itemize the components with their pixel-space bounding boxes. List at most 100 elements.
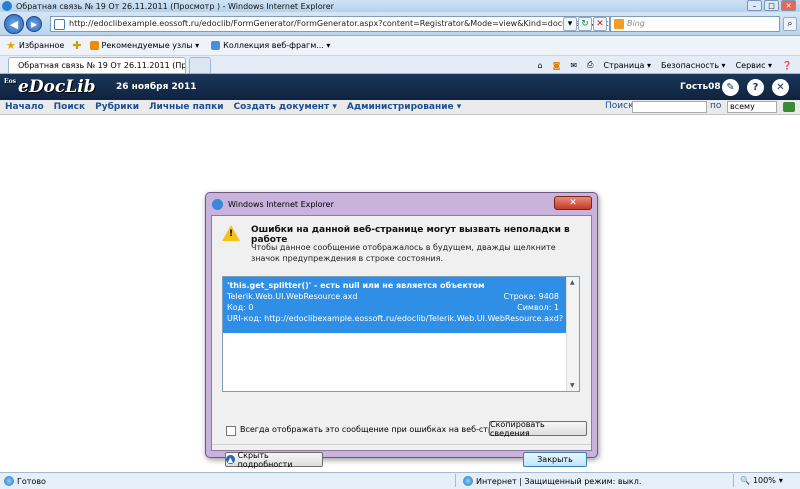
edoclib-header: Eos eDocLib 26 ноября 2011 Гость08 ✎ ? ✕ — [0, 74, 800, 100]
exit-icon[interactable]: ✕ — [772, 79, 789, 96]
menu-search[interactable]: Поиск — [49, 102, 90, 112]
error-code: Код: 0 — [227, 303, 254, 312]
error-dialog: Windows Internet Explorer ✕ ! Ошибки на … — [205, 192, 598, 469]
tools-menu[interactable]: Сервис ▾ — [736, 61, 772, 70]
page-icon — [54, 19, 65, 30]
maximize-button[interactable]: □ — [764, 0, 779, 11]
home-icon[interactable]: ⌂ — [538, 61, 543, 70]
zoom-level: 100% — [752, 476, 776, 485]
copy-details-button[interactable]: Скопировать сведения — [489, 420, 587, 438]
error-resource-line: Telerik.Web.UI.WebResource.axd Строка: 9… — [227, 292, 563, 303]
error-uri: URI-код: http://edoclibexample.eossoft.r… — [227, 314, 563, 323]
print-icon[interactable]: ⎙ — [587, 60, 593, 70]
status-divider — [455, 474, 456, 487]
web-slice-icon — [211, 41, 221, 50]
add-favorite-button[interactable]: ✚ — [70, 39, 83, 52]
tab-active[interactable]: Обратная связь № 19 От 26.11.2011 (Просм… — [8, 57, 186, 73]
header-date: 26 ноября 2011 — [116, 82, 197, 92]
hide-details-button[interactable]: ▲ Скрыть подробности — [225, 450, 323, 469]
safety-menu[interactable]: Безопасность ▾ — [661, 61, 726, 70]
globe-icon — [4, 476, 14, 486]
quick-search-input[interactable] — [632, 101, 707, 113]
address-bar[interactable]: http://edoclibexample.eossoft.ru/edoclib… — [50, 16, 610, 32]
hide-details-label: Скрыть подробности — [237, 450, 293, 469]
error-scrollbar[interactable]: ▲ ▼ — [566, 277, 579, 391]
error-code-line: Код: 0 Символ: 1 — [227, 303, 563, 314]
ie-icon — [2, 1, 12, 11]
zoom-icon: 🔍 — [740, 476, 750, 485]
menu-rubrics[interactable]: Рубрики — [90, 102, 144, 112]
search-button[interactable]: ⌕ — [783, 17, 797, 31]
ie-icon — [212, 198, 223, 210]
feeds-icon[interactable]: ◙ — [553, 61, 561, 70]
status-text: Готово — [17, 476, 46, 486]
error-message: 'this.get_splitter()' - есть null или не… — [227, 281, 485, 290]
internet-zone-icon — [463, 476, 473, 486]
refresh-icon[interactable]: ↻ — [578, 17, 592, 31]
favorites-button[interactable]: ★ Избранное — [0, 39, 70, 52]
search-placeholder: Bing — [627, 19, 645, 28]
command-bar: ⌂ ◙ ✉ ⎙ Страница ▾ Безопасность ▾ Сервис… — [538, 56, 793, 74]
error-resource: Telerik.Web.UI.WebResource.axd — [227, 292, 358, 301]
menu-create-document[interactable]: Создать документ ▾ — [229, 102, 342, 112]
tab-bar: Обратная связь № 19 От 26.11.2011 (Просм… — [0, 56, 800, 74]
chevron-down-icon: ▾ — [778, 476, 783, 485]
scroll-up-icon[interactable]: ▲ — [570, 279, 575, 286]
quick-search-label: Поиск — [605, 101, 634, 111]
search-input[interactable]: Bing — [610, 16, 780, 32]
tab-label: Обратная связь № 19 От 26.11.2011 (Просм… — [18, 61, 186, 70]
mail-icon[interactable]: ✉ — [570, 61, 577, 70]
error-line: Строка: 9408 — [503, 292, 559, 301]
app-menu-bar: Начало Поиск Рубрики Личные папки Создат… — [0, 100, 800, 115]
help-circle-icon[interactable]: ? — [747, 79, 764, 96]
search-scope-value: всему — [730, 102, 755, 111]
dialog-subtext: Чтобы данное сообщение отображалось в бу… — [251, 243, 556, 263]
fav-item-recommended[interactable]: Рекомендуемые узлы ▾ — [84, 41, 206, 50]
window-title: Обратная связь № 19 От 26.11.2011 (Просм… — [16, 1, 334, 11]
add-favorite-icon: ✚ — [72, 39, 82, 52]
bing-icon — [614, 19, 624, 29]
collapse-icon: ▲ — [226, 455, 235, 464]
close-window-button[interactable]: ✕ — [781, 0, 796, 11]
dialog-close-button[interactable]: Закрыть — [523, 452, 587, 467]
menu-administration[interactable]: Администрирование ▾ — [342, 102, 466, 112]
edoclib-logo: Eos eDocLib — [4, 77, 96, 97]
dialog-title-bar: Windows Internet Explorer — [212, 196, 334, 212]
always-show-checkbox[interactable] — [226, 426, 236, 436]
forward-button[interactable]: ▶ — [26, 16, 42, 32]
search-by-label: по — [710, 101, 722, 111]
favorites-label: Избранное — [18, 41, 65, 50]
settings-icon[interactable]: ✎ — [722, 79, 739, 96]
status-ready: Готово — [4, 476, 46, 486]
scroll-down-icon[interactable]: ▼ — [570, 382, 575, 389]
warning-exclamation: ! — [229, 229, 234, 239]
status-zone[interactable]: Интернет | Защищенный режим: выкл. — [463, 476, 641, 486]
dialog-close-icon[interactable]: ✕ — [554, 196, 592, 210]
window-title-bar: Обратная связь № 19 От 26.11.2011 (Просм… — [0, 0, 800, 12]
zone-text: Интернет | Защищенный режим: выкл. — [476, 476, 642, 486]
help-icon[interactable]: ❓ — [782, 61, 792, 70]
window-controls: – □ ✕ — [747, 0, 796, 11]
fav-item-label: Рекомендуемые узлы ▾ — [101, 41, 200, 50]
binoculars-icon[interactable] — [783, 102, 795, 112]
web-slice-icon — [89, 41, 99, 50]
fav-item-webslices[interactable]: Коллекция веб-фрагм... ▾ — [205, 41, 336, 50]
new-tab-button[interactable] — [189, 57, 211, 73]
dialog-body: ! Ошибки на данной веб-странице могут вы… — [211, 215, 592, 469]
page-menu[interactable]: Страница ▾ — [603, 61, 651, 70]
zoom-control[interactable]: 🔍 100% ▾ — [740, 476, 783, 485]
favorites-star-icon: ★ — [6, 39, 16, 52]
menu-start[interactable]: Начало — [0, 102, 49, 112]
minimize-button[interactable]: – — [747, 0, 762, 11]
search-scope-select[interactable]: всему — [727, 101, 777, 113]
menu-personal-folders[interactable]: Личные папки — [144, 102, 228, 112]
back-button[interactable]: ◀ — [4, 14, 24, 34]
error-details-box[interactable]: 'this.get_splitter()' - есть null или не… — [222, 276, 580, 392]
user-name: Гость08 — [680, 82, 721, 92]
stop-icon[interactable]: ✕ — [593, 17, 607, 31]
address-dropdown-button[interactable]: ▾ — [563, 17, 577, 31]
status-divider — [733, 474, 734, 487]
error-entry-selected[interactable]: 'this.get_splitter()' - есть null или не… — [223, 277, 567, 333]
address-url: http://edoclibexample.eossoft.ru/edoclib… — [69, 19, 610, 28]
dialog-separator — [212, 444, 591, 445]
